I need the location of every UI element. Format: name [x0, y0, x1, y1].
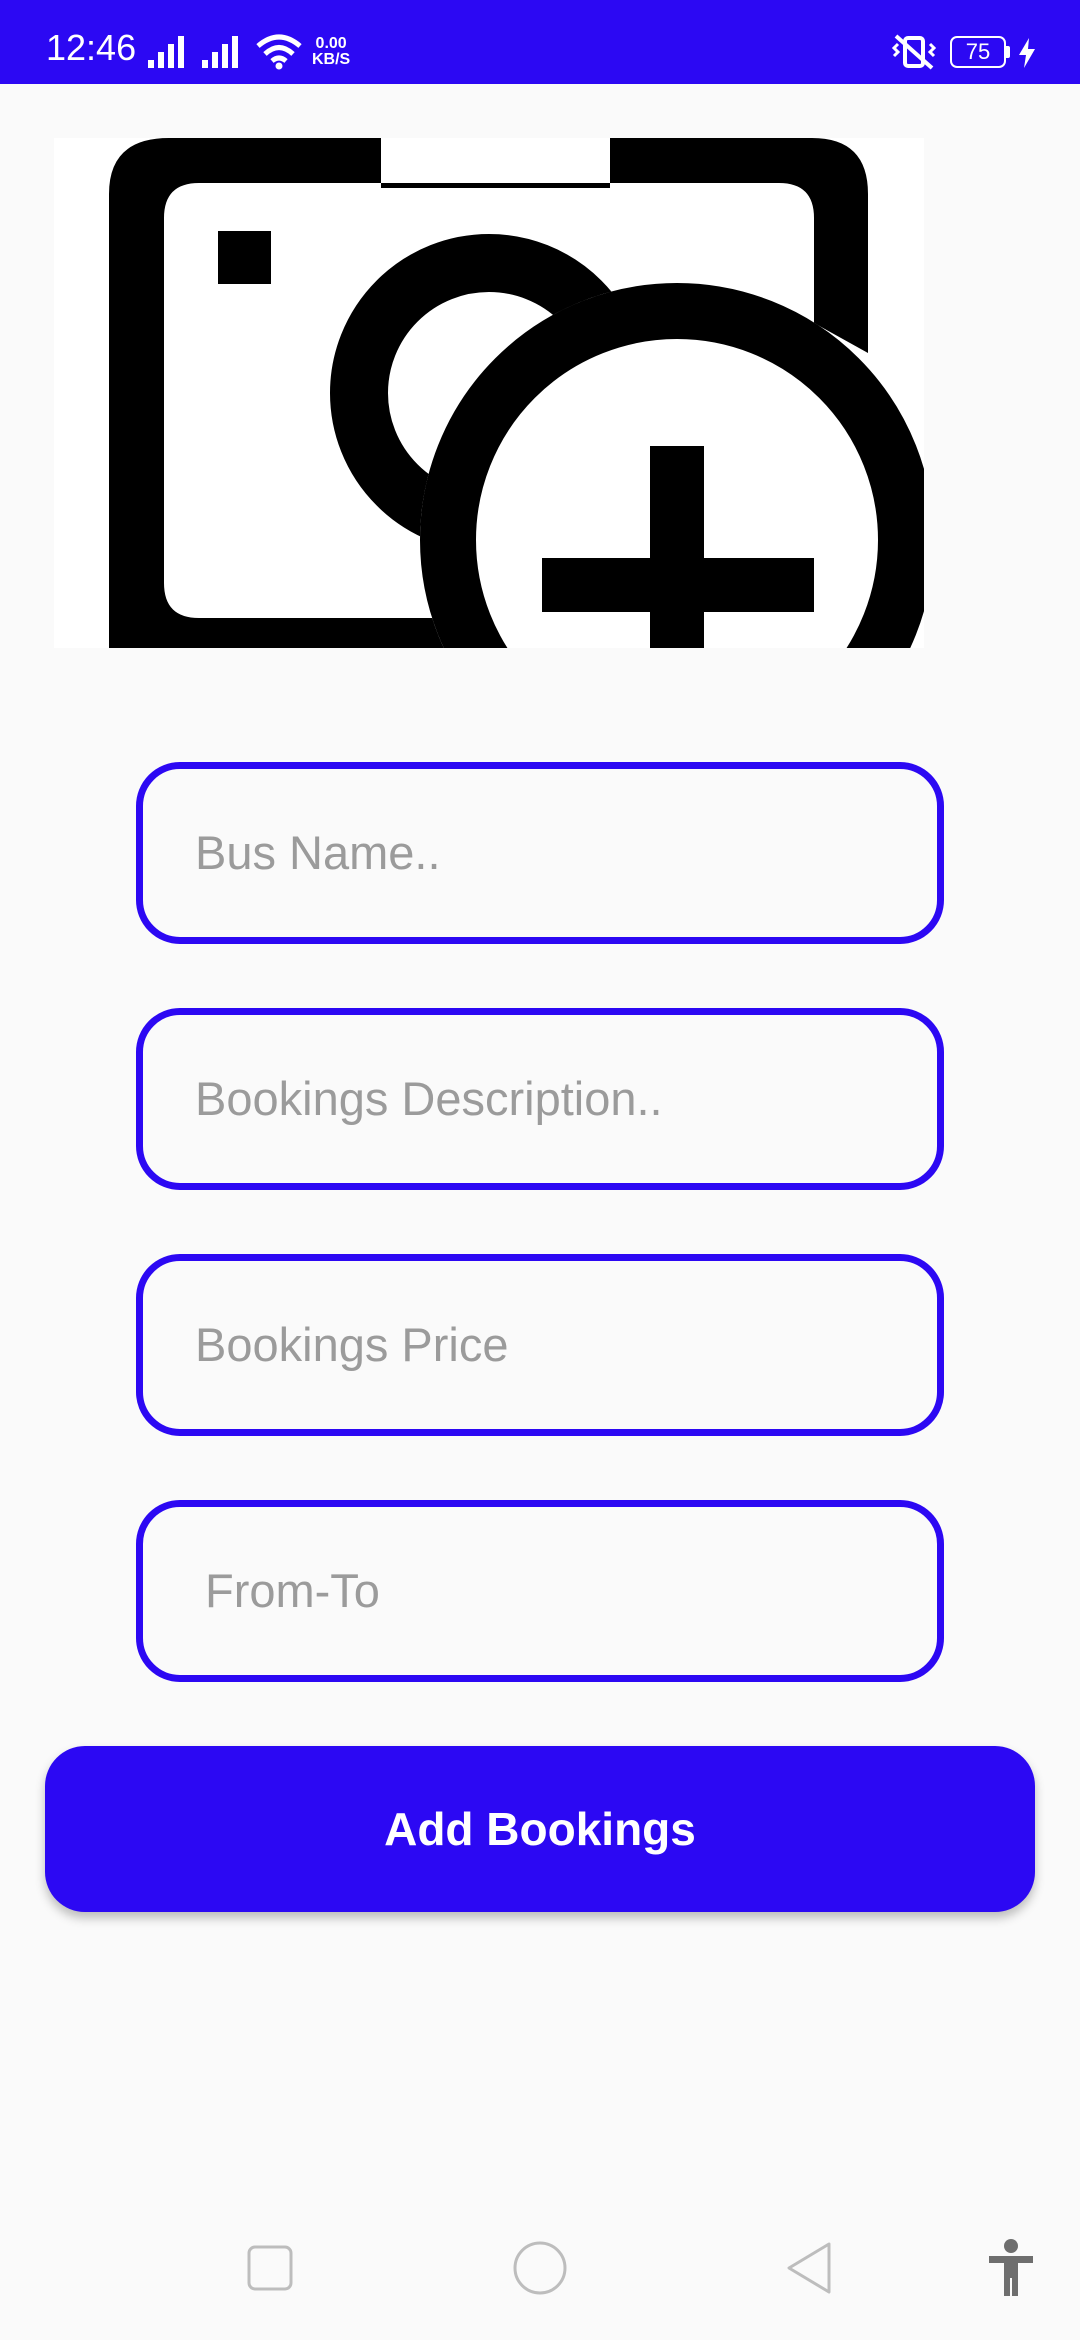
network-speed-unit: KB/S	[312, 51, 351, 68]
back-icon[interactable]	[784, 2240, 834, 2296]
bookings-price-field[interactable]: Bookings Price	[136, 1254, 944, 1436]
add-bookings-button[interactable]: Add Bookings	[45, 1746, 1035, 1912]
charging-icon	[1019, 38, 1035, 68]
recents-icon[interactable]	[246, 2244, 294, 2292]
add-photo-icon	[109, 138, 924, 648]
network-speed: 0.00 KB/S	[312, 36, 350, 68]
wifi-icon	[256, 34, 302, 70]
bus-name-field[interactable]: Bus Name..	[136, 762, 944, 944]
status-bar: 12:46 0.00 KB/S 75	[0, 0, 1080, 84]
signal-icon	[202, 36, 238, 68]
home-icon[interactable]	[512, 2240, 568, 2296]
bus-name-placeholder: Bus Name..	[195, 826, 441, 879]
image-picker[interactable]	[54, 138, 924, 648]
vibrate-icon	[891, 34, 937, 70]
signal-icon	[148, 36, 184, 68]
from-to-placeholder: From-To	[205, 1564, 380, 1617]
bookings-description-field[interactable]: Bookings Description..	[136, 1008, 944, 1190]
status-time: 12:46	[46, 27, 137, 68]
from-to-field[interactable]: From-To	[136, 1500, 944, 1682]
network-speed-value: 0.00	[315, 35, 347, 52]
accessibility-icon[interactable]	[986, 2238, 1036, 2298]
battery-icon: 75	[950, 36, 1006, 68]
battery-tip	[1006, 46, 1010, 58]
bookings-price-placeholder: Bookings Price	[195, 1318, 509, 1371]
bookings-description-placeholder: Bookings Description..	[195, 1072, 663, 1125]
